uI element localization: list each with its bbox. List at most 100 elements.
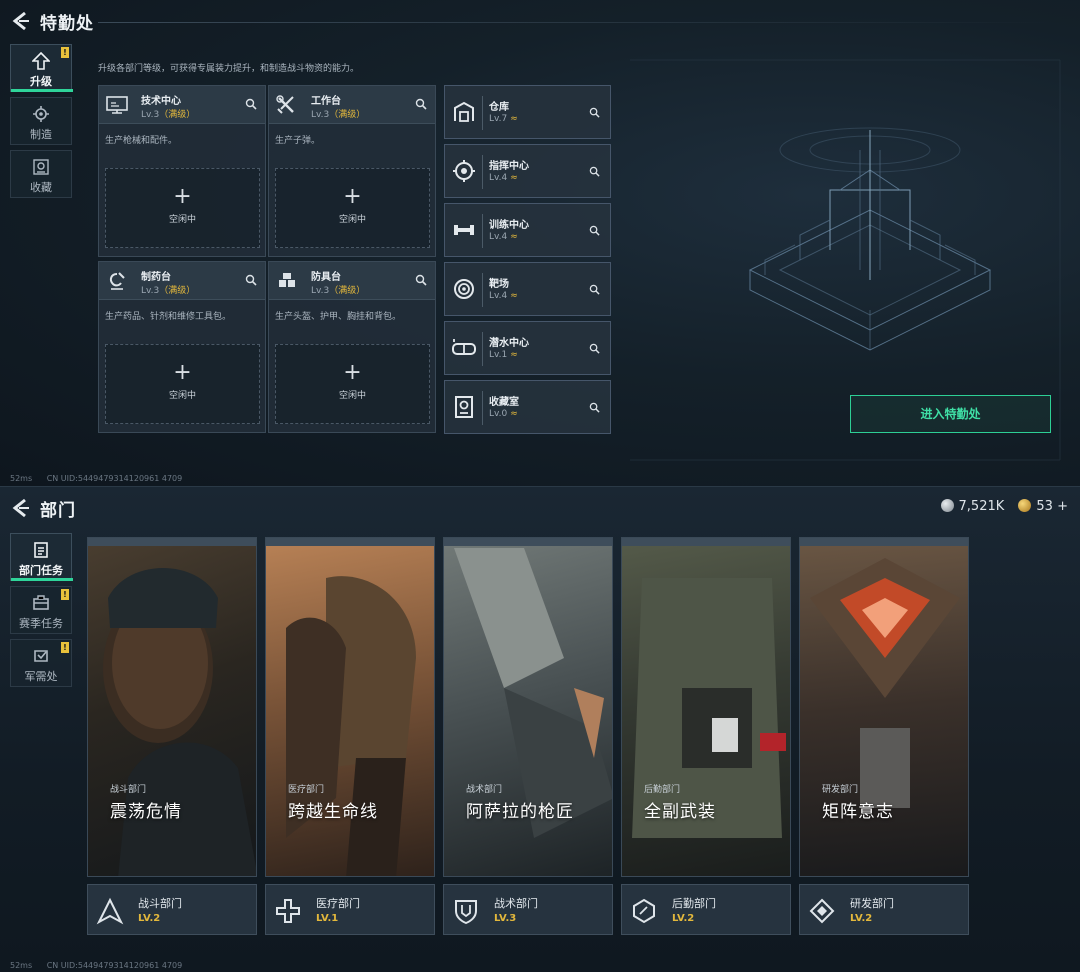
logistics-dept-icon (633, 898, 655, 924)
dumbbell-icon (454, 225, 474, 235)
department-artwork: 研发部门 矩阵意志 (799, 537, 969, 877)
department-event-title: 矩阵意志 (822, 802, 894, 822)
tab-craft-label: 制造 (30, 128, 52, 141)
department-footer: 医疗部门 LV.1 (265, 884, 435, 935)
workshop-card-pharmacy[interactable]: 制药台 Lv.3（满级） 生产药品、针剂和维修工具包。 + 空闲中 (98, 261, 266, 433)
upgrade-arrow-icon: ≈ (510, 350, 518, 360)
tab-collection[interactable]: 收藏 (10, 150, 72, 198)
gold-currency[interactable]: 53 + (1018, 499, 1068, 514)
tab-label: 赛季任务 (19, 617, 63, 630)
department-category: 后勤部门 (644, 785, 681, 795)
search-icon[interactable] (589, 166, 600, 177)
department-card-medical[interactable]: 医疗部门 跨越生命线 医疗部门 LV.1 (265, 537, 435, 935)
facility-level: Lv.0 ≈ (489, 409, 518, 419)
tab-quartermaster[interactable]: 军需处 ! (10, 639, 72, 687)
tactical-dept-icon (455, 900, 477, 925)
production-slot[interactable]: + 空闲中 (275, 344, 430, 424)
divider (482, 214, 483, 248)
tab-upgrade-badge: ! (61, 47, 69, 58)
department-category: 研发部门 (822, 785, 859, 795)
facility-command-center[interactable]: 指挥中心 Lv.4 ≈ (444, 144, 611, 198)
department-name: 战术部门 (494, 897, 538, 910)
tab-label: 军需处 (24, 670, 58, 683)
gold-coin-icon (1018, 499, 1032, 512)
department-level: LV.2 (138, 913, 161, 924)
facility-diving-center[interactable]: 潜水中心 Lv.1 ≈ (444, 321, 611, 375)
combat-dept-icon (96, 897, 124, 925)
workshop-name: 技术中心 (141, 96, 181, 107)
search-icon[interactable] (589, 225, 600, 236)
department-artwork: 战术部门 阿萨拉的枪匠 (443, 537, 613, 877)
silver-coin-icon (940, 499, 954, 512)
back-arrow-icon[interactable] (10, 497, 32, 519)
warehouse-icon (454, 101, 474, 122)
department-event-title: 跨越生命线 (288, 802, 378, 822)
department-event-title: 阿萨拉的枪匠 (466, 802, 574, 822)
facility-shooting-range[interactable]: 靶场 Lv.4 ≈ (444, 262, 611, 316)
pharmacy-icon (109, 272, 125, 290)
add-icon: + (173, 184, 192, 209)
department-category: 医疗部门 (288, 785, 325, 795)
department-level: LV.2 (672, 913, 695, 924)
upgrade-arrow-icon: ≈ (510, 173, 518, 183)
quartermaster-icon (34, 650, 48, 662)
search-icon[interactable] (245, 274, 257, 286)
tab-season-tasks[interactable]: 赛季任务 ! (10, 586, 72, 634)
search-icon[interactable] (245, 98, 257, 110)
department-event-title: 全副武装 (644, 802, 716, 822)
production-slot[interactable]: + 空闲中 (275, 168, 430, 248)
silver-currency: 7,521K (940, 499, 1004, 514)
enter-special-ops-button[interactable]: 进入特勤处 (850, 395, 1051, 433)
collection-icon (33, 159, 49, 175)
department-name: 医疗部门 (316, 897, 360, 910)
workshop-name: 工作台 (311, 96, 341, 107)
production-slot[interactable]: + 空闲中 (105, 168, 260, 248)
tab-craft[interactable]: 制造 (10, 97, 72, 145)
facility-collection-room[interactable]: 收藏室 Lv.0 ≈ (444, 380, 611, 434)
search-icon[interactable] (589, 107, 600, 118)
department-card-research[interactable]: 研发部门 矩阵意志 研发部门 LV.2 (799, 537, 969, 935)
add-icon: + (173, 360, 192, 385)
user-uid: CN UID:5449479314120961 4709 (46, 474, 183, 483)
tab-department-tasks[interactable]: 部门任务 (10, 533, 73, 581)
slot-status: 空闲中 (168, 391, 196, 401)
search-icon[interactable] (589, 343, 600, 354)
search-icon[interactable] (415, 274, 427, 286)
soldier-portrait-illustration (103, 568, 256, 876)
tools-icon (276, 95, 294, 114)
facility-name: 潜水中心 (489, 338, 529, 349)
divider (482, 391, 483, 425)
workshop-name: 防具台 (311, 272, 341, 283)
department-category: 战术部门 (466, 785, 503, 795)
workshop-description: 生产枪械和配件。 (105, 136, 178, 146)
workshop-card-workbench[interactable]: 工作台 Lv.3（满级） 生产子弹。 + 空闲中 (268, 85, 436, 257)
matrix-cube-illustration (810, 558, 960, 808)
workshop-card-tech-center[interactable]: 技术中心 Lv.3（满级） 生产枪械和配件。 + 空闲中 (98, 85, 266, 257)
tab-upgrade[interactable]: 升级 ! (10, 44, 73, 92)
workshop-description: 生产子弹。 (275, 136, 321, 146)
workshop-header: 防具台 Lv.3（满级） (269, 262, 435, 300)
department-footer: 战术部门 LV.3 (443, 884, 613, 935)
search-icon[interactable] (415, 98, 427, 110)
upgrade-arrow-icon: ≈ (510, 232, 518, 242)
production-slot[interactable]: + 空闲中 (105, 344, 260, 424)
department-card-tactical[interactable]: 战术部门 阿萨拉的枪匠 战术部门 LV.3 (443, 537, 613, 935)
status-bar: 52ms CN UID:5449479314120961 4709 (10, 961, 194, 970)
department-card-logistics[interactable]: 后勤部门 全副武装 后勤部门 LV.2 (621, 537, 791, 935)
workshop-header: 制药台 Lv.3（满级） (99, 262, 265, 300)
department-card-combat[interactable]: 战斗部门 震荡危情 战斗部门 LV.2 (87, 537, 257, 935)
department-event-title: 震荡危情 (110, 802, 182, 822)
medical-dept-icon (276, 899, 300, 923)
facility-warehouse[interactable]: 仓库 Lv.7 ≈ (444, 85, 611, 139)
top-bar: 部门 7,521K 53 + (0, 487, 1080, 531)
facility-level: Lv.4 ≈ (489, 291, 518, 301)
department-artwork: 后勤部门 全副武装 (621, 537, 791, 877)
workshop-name: 制药台 (141, 272, 171, 283)
research-dept-icon (809, 898, 835, 924)
workshop-card-armor-bench[interactable]: 防具台 Lv.3（满级） 生产头盔、护甲、胸挂和背包。 + 空闲中 (268, 261, 436, 433)
back-arrow-icon[interactable] (10, 10, 32, 32)
search-icon[interactable] (589, 284, 600, 295)
facility-training-center[interactable]: 训练中心 Lv.4 ≈ (444, 203, 611, 257)
search-icon[interactable] (589, 402, 600, 413)
department-artwork: 战斗部门 震荡危情 (87, 537, 257, 877)
